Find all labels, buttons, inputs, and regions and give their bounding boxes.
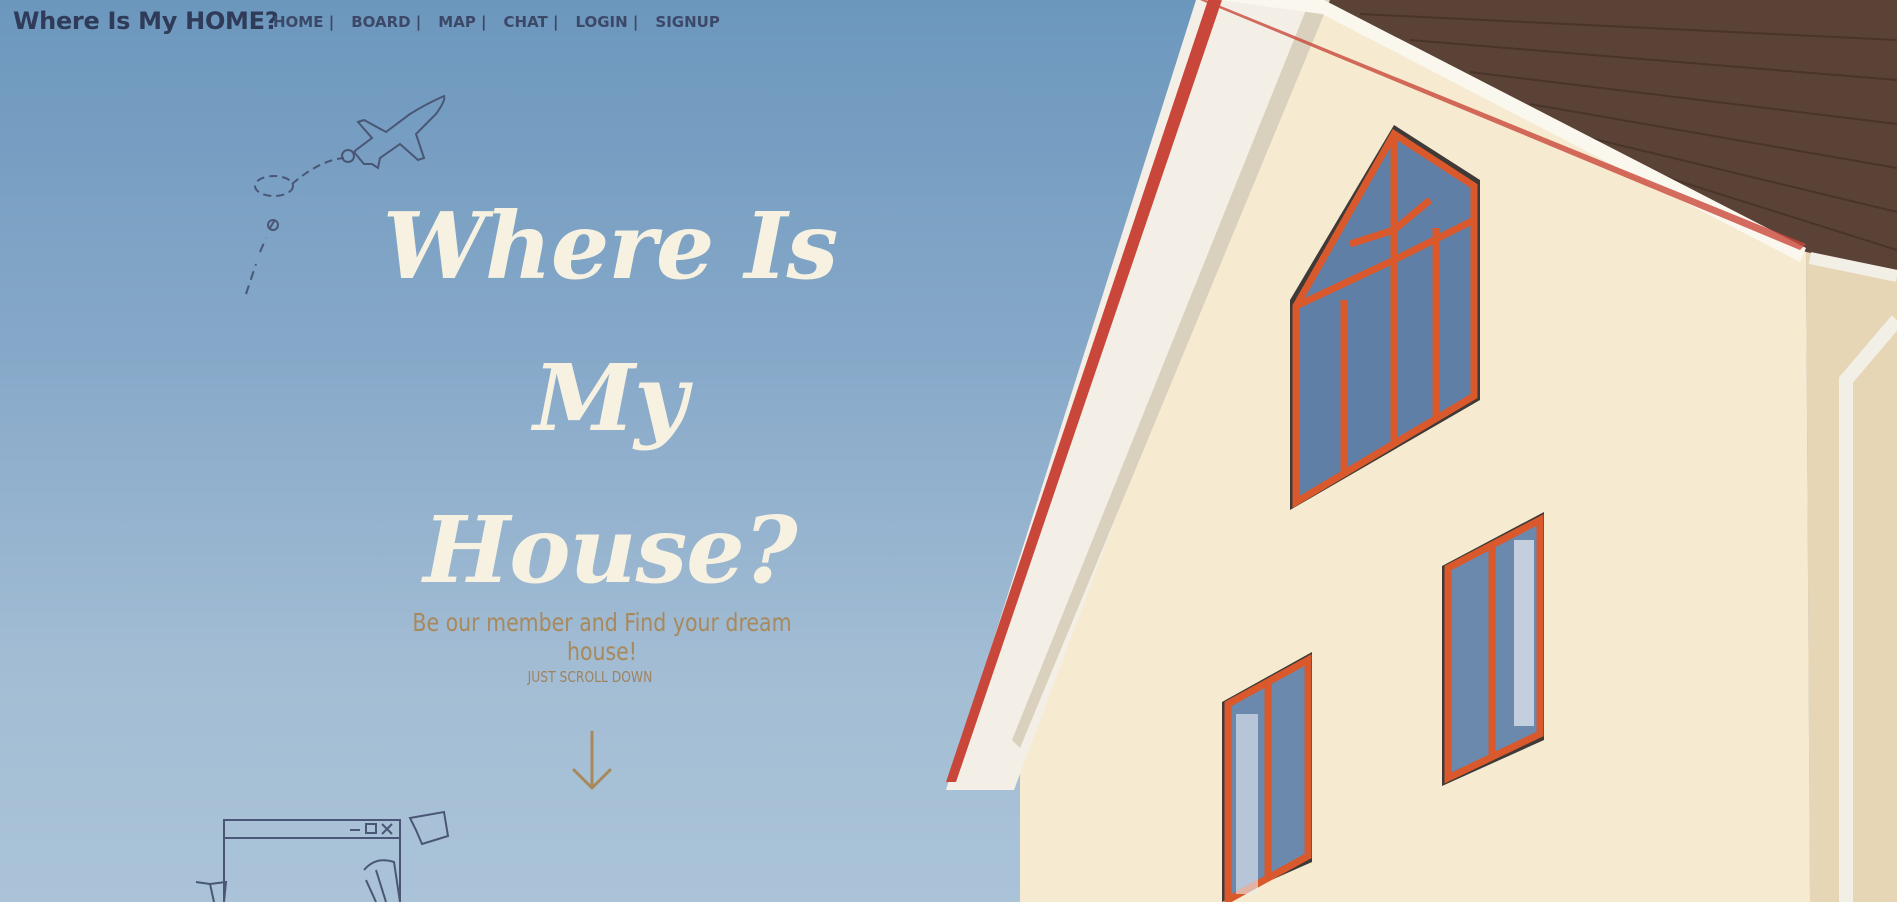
hero-title: Where Is My House? [330, 170, 890, 626]
nav-board-link[interactable]: BOARD | [351, 13, 421, 31]
hero-title-line-1: Where Is My [382, 192, 839, 452]
arrow-down-icon[interactable] [568, 730, 616, 792]
nav-signup-link[interactable]: SIGNUP [655, 13, 719, 31]
nav-login-link[interactable]: LOGIN | [575, 13, 638, 31]
house-photo [946, 0, 1897, 902]
browser-window-doodle-icon [195, 810, 450, 902]
nav-chat-link[interactable]: CHAT | [504, 13, 559, 31]
hero-title-line-2: House? [423, 496, 797, 604]
scroll-down-link[interactable]: JUST SCROLL DOWN [516, 668, 664, 686]
nav-home-link[interactable]: HOME | [273, 13, 334, 31]
hero-tagline: Be our member and Find your dream house! [412, 608, 792, 666]
main-nav: HOME | BOARD | MAP | CHAT | LOGIN | SIGN… [273, 13, 737, 31]
nav-map-link[interactable]: MAP | [438, 13, 486, 31]
site-logo-title[interactable]: Where Is My HOME? [13, 7, 279, 35]
top-navigation-bar: Where Is My HOME? HOME | BOARD | MAP | C… [0, 0, 760, 48]
